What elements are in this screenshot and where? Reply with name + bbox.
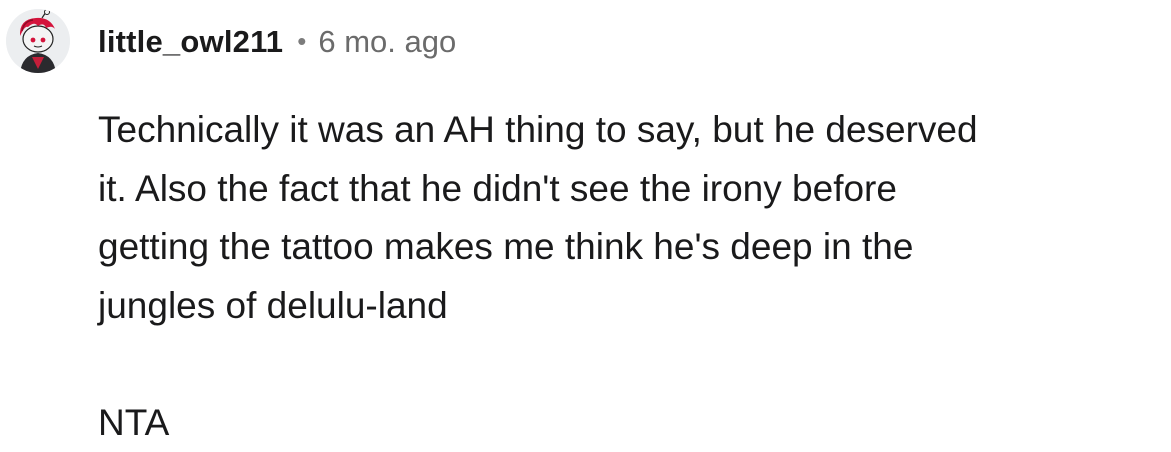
comment: little_owl211 • 6 mo. ago Technically it… (0, 0, 1171, 436)
snoo-avatar-icon (6, 9, 70, 73)
comment-header: little_owl211 • 6 mo. ago (98, 22, 456, 62)
comment-timestamp[interactable]: 6 mo. ago (318, 24, 456, 60)
user-avatar-icon[interactable] (6, 9, 70, 73)
comment-body: Technically it was an AH thing to say, b… (98, 101, 1158, 452)
comment-paragraph-verdict: NTA (98, 394, 1158, 452)
comment-paragraph: Technically it was an AH thing to say, b… (98, 101, 1158, 335)
author-username[interactable]: little_owl211 (98, 24, 283, 60)
meta-separator: • (297, 26, 306, 57)
